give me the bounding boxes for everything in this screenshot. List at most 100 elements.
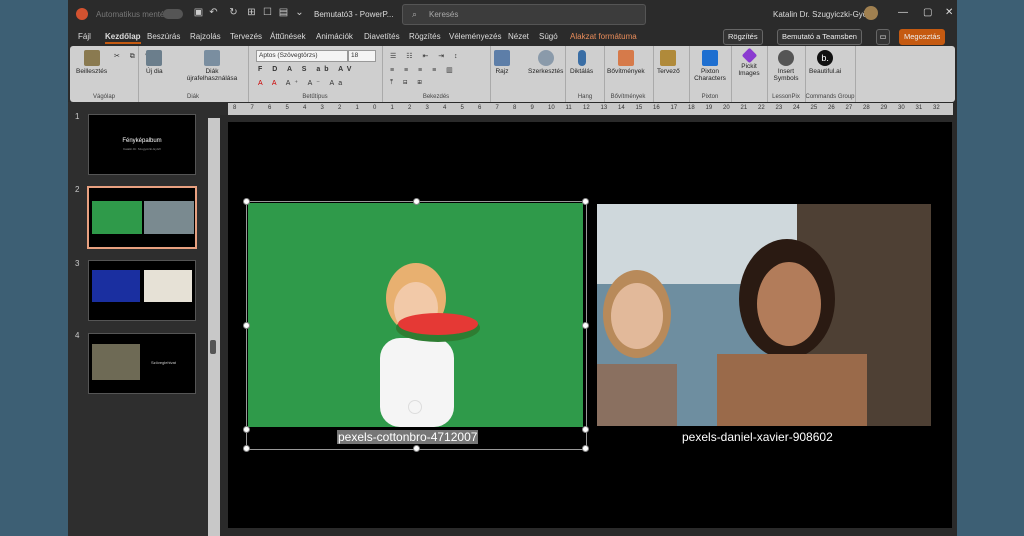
pixton-group: Pixton Characters Pixton [689,46,732,102]
format-buttons[interactable]: F D A S ab AV [258,66,355,73]
vertical-ruler [208,118,220,536]
resize-handle[interactable] [582,322,589,329]
ruler-tick-label: 3 [320,105,324,111]
tab-home[interactable]: Kezdőlap [105,32,141,44]
thumbnail-image [144,201,194,234]
powerpoint-window: Automatikus mentés ▣ ↶ ↻ ⊞ ☐ ▤ ⌄ Bemutat… [68,0,957,536]
present-icon[interactable]: ⊞ [246,7,257,18]
ruler-tick-label: 2 [408,105,412,111]
tab-insert[interactable]: Beszúrás [147,32,180,41]
beautiful-ai-icon: b. [817,50,834,66]
direction-buttons[interactable]: ⤒ ⊟ ⊞ [390,79,426,87]
tab-help[interactable]: Súgó [539,32,558,41]
align-buttons[interactable]: ≡ ≡ ≡ ≡ ▥ [390,66,457,74]
slide-thumbnail-1[interactable]: Fényképalbum Katalin Dr. Szugyiczki-Györ… [88,114,196,175]
designer-icon [660,50,677,66]
ruler-tick-label: 17 [670,105,678,111]
share-button[interactable]: Megosztás [899,29,946,45]
paste-button[interactable]: Beillesztés [76,50,107,75]
draw-button[interactable]: Rajz [494,50,510,75]
save-icon[interactable]: ▣ [193,7,204,18]
pickit-button[interactable]: Pickit Images [735,47,763,77]
rotate-handle-icon[interactable] [408,400,422,414]
pickit-group: Pickit Images [731,46,768,102]
resize-handle[interactable] [243,426,250,433]
resize-handle[interactable] [582,445,589,452]
new-slide-icon [146,50,163,66]
insert-symbols-button[interactable]: Insert Symbols [771,50,801,82]
font-color-buttons[interactable]: A A A⁺ A⁻ Aa [258,79,346,87]
undo-icon[interactable]: ↶ [208,7,219,18]
tab-transitions[interactable]: Áttűnések [270,32,306,41]
resize-handle[interactable] [413,445,420,452]
ruler-tick-label: 3 [425,105,429,111]
tab-draw[interactable]: Rajzolás [190,32,221,41]
search-box[interactable]: ⌕ Keresés [402,4,646,25]
ruler-tick-label: 2 [338,105,342,111]
new-slide-button[interactable]: Új dia [146,50,163,75]
list-buttons[interactable]: ☰ ☷ ⇤ ⇥ ↕ [390,52,462,60]
caption-cottonbro[interactable]: pexels-cottonbro-4712007 [337,430,479,444]
slide-thumbnail-4[interactable]: Szöveglehivat [88,333,196,394]
slide-canvas[interactable]: pexels-cottonbro-4712007 pexels-daniel-x… [228,122,952,528]
tab-design[interactable]: Tervezés [230,32,262,41]
ruler-tick-label: 14 [618,105,625,111]
ruler-tick-label: 6 [478,105,482,111]
microphone-icon [577,50,586,66]
tab-view[interactable]: Nézet [508,32,529,41]
resize-handle[interactable] [243,198,250,205]
user-name[interactable]: Katalin Dr. Szugyiczki-Györfi [773,10,874,19]
pixton-button[interactable]: Pixton Characters [693,50,727,82]
resize-handle[interactable] [243,445,250,452]
shapes-icon [494,50,510,66]
thumbnail-scrollbar[interactable] [210,340,216,354]
redo-icon[interactable]: ↻ [228,7,239,18]
beautiful-ai-button[interactable]: b. Beautiful.ai [809,50,841,75]
photo-two-women[interactable] [597,204,931,426]
present-teams-button[interactable]: Bemutató a Teamsben [777,29,862,45]
picture-icon[interactable]: ▤ [278,7,289,18]
font-group: Aptos (Szövegtörzs) 18 F D A S ab AV A A… [248,46,383,102]
slide-thumbnail-3[interactable] [88,260,196,321]
resize-handle[interactable] [582,198,589,205]
maximize-icon[interactable]: ▢ [923,7,932,18]
ruler-tick-label: 19 [705,105,713,111]
font-size-select[interactable]: 18 [348,50,376,62]
addins-button[interactable]: Bővítmények [607,50,645,75]
ruler-tick-label: 5 [285,105,289,111]
ruler-tick-label: 8 [513,105,517,111]
tab-file[interactable]: Fájl [78,32,91,41]
caption-daniel-xavier[interactable]: pexels-daniel-xavier-908602 [682,430,833,444]
group-label-voice: Hang [577,94,593,100]
designer-button[interactable]: Tervező [657,50,680,75]
thumbnail-image [92,201,142,234]
resize-handle[interactable] [582,426,589,433]
record-button[interactable]: Rögzítés [723,29,763,45]
ruler-tick-label: 4 [303,105,307,111]
font-name-select[interactable]: Aptos (Szövegtörzs) [256,50,348,62]
slide-number: 3 [75,259,80,268]
thumbnail-subtitle: Katalin Dr. Szugyiczki-Györfi [123,147,161,151]
avatar[interactable] [864,6,878,20]
editing-button[interactable]: Szerkesztés [528,50,563,75]
paste-label: Beillesztés [76,68,108,75]
tab-record[interactable]: Rögzítés [409,32,441,41]
reuse-slides-button[interactable]: Diák újrafelhasználása [182,50,242,82]
resize-handle[interactable] [243,322,250,329]
tab-slideshow[interactable]: Diavetítés [364,32,400,41]
tab-review[interactable]: Véleményezés [449,32,501,41]
document-title: Bemutató3 - PowerP... [314,10,394,19]
comments-icon[interactable]: ▭ [876,29,890,45]
customize-qat-icon[interactable]: ⌄ [294,7,305,18]
ruler-tick-label: 23 [775,105,783,111]
autosave-toggle[interactable] [163,9,183,19]
ruler-tick-label: 8 [233,105,237,111]
tab-shape-format[interactable]: Alakzat formátuma [570,32,637,41]
touch-mode-icon[interactable]: ☐ [262,7,273,18]
tab-animations[interactable]: Animációk [316,32,353,41]
resize-handle[interactable] [413,198,420,205]
close-icon[interactable]: ✕ [945,7,953,18]
minimize-icon[interactable]: — [898,7,908,18]
slide-thumbnail-2[interactable] [87,186,197,249]
dictate-button[interactable]: Diktálás [570,50,593,75]
